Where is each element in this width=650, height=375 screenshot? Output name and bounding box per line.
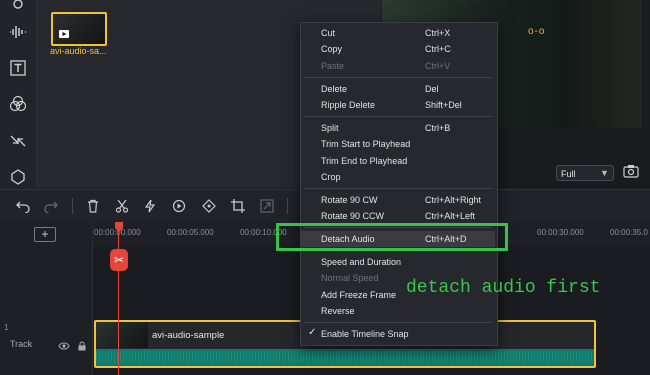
- snapshot-camera-icon[interactable]: [623, 164, 641, 182]
- lock-icon[interactable]: [78, 338, 86, 351]
- redo-icon[interactable]: [44, 199, 58, 214]
- menu-item-trim-start[interactable]: Trim Start to Playhead: [321, 139, 410, 149]
- menu-item-timeline-snap[interactable]: Enable Timeline Snap: [321, 329, 409, 339]
- eye-icon[interactable]: [58, 338, 70, 350]
- menu-shortcut: Ctrl+X: [425, 28, 451, 38]
- menu-item-speed-duration[interactable]: Speed and Duration: [321, 257, 401, 267]
- clip-thumbnail: [96, 322, 148, 348]
- add-track-button[interactable]: +: [34, 227, 56, 242]
- audio-waveform-icon[interactable]: [8, 22, 28, 42]
- menu-shortcut: Ctrl+V: [425, 61, 451, 71]
- track-header-column: [0, 222, 93, 375]
- menu-shortcut: Shift+Del: [425, 100, 462, 110]
- menu-item-delete[interactable]: Delete: [321, 84, 347, 94]
- crop-icon[interactable]: [231, 199, 245, 213]
- playhead-line[interactable]: [118, 222, 119, 375]
- checkmark-icon: ✓: [308, 327, 317, 338]
- track-number: 1: [4, 323, 9, 332]
- audio-waveform-pattern: [96, 351, 594, 363]
- text-icon[interactable]: [8, 58, 28, 78]
- split-scissors-icon[interactable]: [115, 199, 129, 213]
- menu-item-paste[interactable]: Paste: [321, 61, 344, 71]
- toolbar-divider: [287, 198, 288, 214]
- track-label: Track: [10, 339, 33, 349]
- menu-item-freeze-frame[interactable]: Add Freeze Frame: [321, 290, 396, 300]
- settings-icon[interactable]: [8, 0, 28, 14]
- menu-separator: [304, 116, 492, 117]
- filters-icon[interactable]: [8, 94, 28, 114]
- toolbar-divider: [72, 198, 73, 214]
- media-thumbnail-label: avi-audio-sa...: [50, 46, 107, 56]
- speed-icon[interactable]: [172, 199, 186, 213]
- undo-icon[interactable]: [16, 199, 30, 214]
- menu-item-crop[interactable]: Crop: [321, 172, 341, 182]
- menu-shortcut: Del: [425, 84, 439, 94]
- ruler-tick-label: 00:00:05.000: [167, 228, 214, 237]
- menu-shortcut: Ctrl+C: [425, 44, 451, 54]
- menu-item-ripple-delete[interactable]: Ripple Delete: [321, 100, 375, 110]
- chevron-down-icon: ▼: [600, 168, 609, 178]
- annotation-highlight-box: [276, 223, 508, 251]
- media-thumbnail[interactable]: [51, 12, 107, 46]
- menu-shortcut: Ctrl+Alt+Right: [425, 195, 482, 205]
- menu-separator: [304, 322, 492, 323]
- left-icon-rail: [0, 0, 37, 188]
- clip-name: avi-audio-sample: [152, 330, 225, 341]
- menu-separator: [304, 188, 492, 189]
- menu-item-rotate-cw[interactable]: Rotate 90 CW: [321, 195, 378, 205]
- menu-item-reverse[interactable]: Reverse: [321, 306, 355, 316]
- keyframe-icon[interactable]: [202, 199, 216, 213]
- ruler-tick-label: 00:00:35.0: [610, 228, 648, 237]
- delete-icon[interactable]: [86, 199, 100, 213]
- annotation-text: detach audio first: [406, 278, 601, 298]
- preview-glasses-detail: o-o: [528, 26, 546, 37]
- export-frame-icon[interactable]: [260, 199, 274, 213]
- menu-separator: [304, 77, 492, 78]
- menu-item-normal-speed[interactable]: Normal Speed: [321, 273, 379, 283]
- menu-item-copy[interactable]: Copy: [321, 44, 342, 54]
- menu-item-trim-end[interactable]: Trim End to Playhead: [321, 156, 407, 166]
- menu-item-rotate-ccw[interactable]: Rotate 90 CCW: [321, 211, 384, 221]
- auto-edit-icon[interactable]: [143, 199, 157, 213]
- menu-item-split[interactable]: Split: [321, 123, 339, 133]
- transitions-icon[interactable]: [8, 131, 28, 151]
- ruler-tick-label: 00:00:30.000: [537, 228, 584, 237]
- menu-item-cut[interactable]: Cut: [321, 28, 335, 38]
- menu-shortcut: Ctrl+B: [425, 123, 451, 133]
- menu-shortcut: Ctrl+Alt+Left: [425, 211, 476, 221]
- elements-icon[interactable]: [8, 167, 28, 187]
- playhead-split-scissors-icon[interactable]: ✂: [110, 249, 128, 271]
